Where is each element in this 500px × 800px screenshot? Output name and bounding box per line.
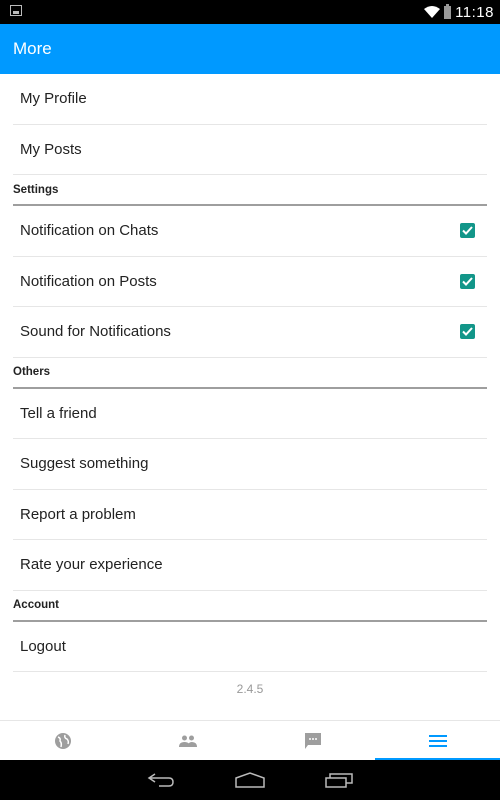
section-header-settings: Settings — [13, 175, 487, 206]
notification-chats-item[interactable]: Notification on Chats — [13, 206, 487, 257]
tab-chats[interactable] — [250, 721, 375, 760]
item-label: Logout — [20, 637, 66, 655]
tab-more[interactable] — [375, 721, 500, 760]
home-icon[interactable] — [235, 772, 265, 788]
my-profile-item[interactable]: My Profile — [13, 74, 487, 125]
clock: 11:18 — [455, 3, 494, 21]
report-problem-item[interactable]: Report a problem — [13, 490, 487, 540]
tab-people[interactable] — [125, 721, 250, 760]
notification-chats-checkbox[interactable] — [460, 223, 475, 239]
item-label: Tell a friend — [20, 404, 97, 422]
my-posts-item[interactable]: My Posts — [13, 125, 487, 175]
check-icon — [462, 327, 473, 337]
page-title: More — [13, 39, 52, 58]
sound-notifications-checkbox[interactable] — [460, 324, 475, 340]
suggest-something-item[interactable]: Suggest something — [13, 439, 487, 490]
bottom-nav — [0, 720, 500, 760]
item-label: My Posts — [20, 140, 82, 158]
sound-notifications-item[interactable]: Sound for Notifications — [13, 307, 487, 358]
system-nav-bar — [0, 760, 500, 800]
menu-icon — [428, 734, 447, 747]
item-label: Report a problem — [20, 505, 136, 523]
section-title: Account — [13, 599, 59, 611]
item-label: Sound for Notifications — [20, 323, 171, 341]
tell-friend-item[interactable]: Tell a friend — [13, 389, 487, 439]
status-bar: 11:18 — [0, 0, 500, 24]
item-label: Rate your experience — [20, 556, 163, 574]
notification-posts-checkbox[interactable] — [460, 273, 475, 289]
globe-icon — [54, 732, 71, 749]
check-icon — [462, 226, 473, 236]
image-notification-icon — [10, 5, 22, 16]
item-label: Notification on Posts — [20, 272, 157, 290]
item-label: Suggest something — [20, 455, 149, 473]
tab-explore[interactable] — [0, 721, 125, 760]
section-header-account: Account — [13, 591, 487, 622]
back-icon[interactable] — [147, 772, 175, 788]
settings-list: My Profile My Posts Settings Notificatio… — [0, 74, 500, 720]
battery-icon — [444, 3, 452, 19]
chat-icon — [304, 732, 321, 749]
check-icon — [462, 277, 473, 286]
notification-posts-item[interactable]: Notification on Posts — [13, 257, 487, 307]
app-bar: More — [0, 24, 500, 74]
section-title: Others — [13, 366, 51, 378]
wifi-icon — [424, 6, 441, 18]
app-version: 2.4.5 — [236, 682, 264, 696]
section-title: Settings — [13, 183, 59, 196]
people-icon — [178, 735, 197, 747]
section-header-others: Others — [13, 358, 487, 389]
item-label: My Profile — [20, 90, 87, 108]
rate-experience-item[interactable]: Rate your experience — [13, 540, 487, 591]
recents-icon[interactable] — [325, 772, 353, 788]
logout-item[interactable]: Logout — [13, 622, 487, 672]
item-label: Notification on Chats — [20, 222, 159, 240]
